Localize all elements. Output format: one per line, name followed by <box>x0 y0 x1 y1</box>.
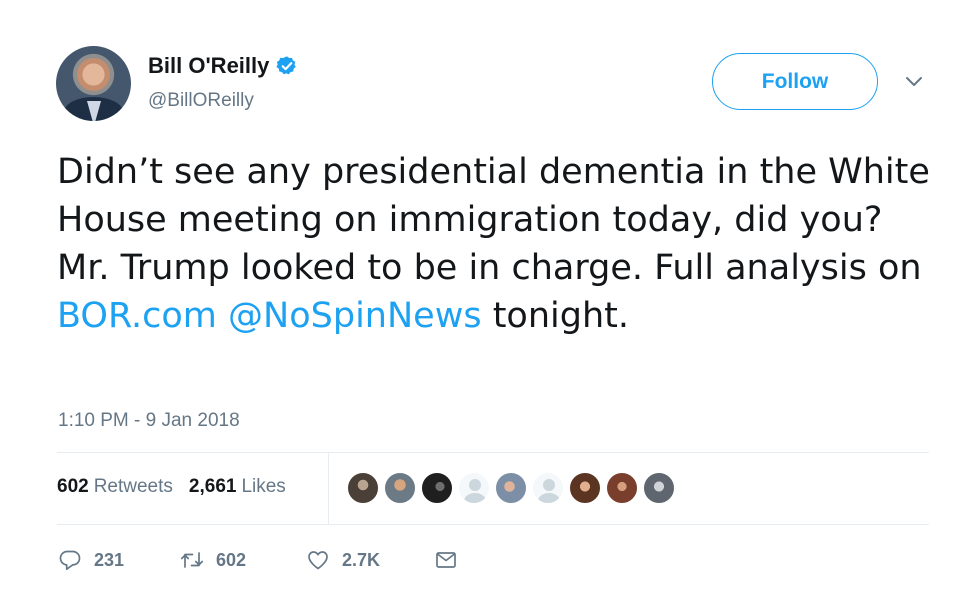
likes-count: 2,661 <box>188 476 237 497</box>
author-handle[interactable]: @BillOReilly <box>148 90 254 112</box>
author-display-name[interactable]: Bill O'Reilly <box>148 53 269 79</box>
likes-label: Likes <box>241 476 286 497</box>
like-action[interactable]: 2.7K <box>306 548 434 572</box>
liker-avatar[interactable] <box>642 471 676 505</box>
reply-action[interactable]: 231 <box>58 548 180 572</box>
retweets-count: 602 <box>57 476 89 497</box>
liker-avatar-default[interactable] <box>531 471 565 505</box>
liker-avatar[interactable] <box>346 471 380 505</box>
divider-bottom <box>57 524 929 525</box>
verified-badge-icon <box>276 56 297 75</box>
retweets-stat[interactable]: 602 Retweets <box>57 476 173 498</box>
message-icon <box>436 552 456 568</box>
tweet-mention-nospinnews[interactable]: @NoSpinNews <box>228 296 482 336</box>
retweet-action[interactable]: 602 <box>180 548 306 572</box>
heart-icon <box>308 551 328 570</box>
liker-avatar[interactable] <box>383 471 417 505</box>
divider-top <box>57 452 929 453</box>
liker-avatar[interactable] <box>605 471 639 505</box>
liker-avatar-default[interactable] <box>457 471 491 505</box>
liker-avatar[interactable] <box>420 471 454 505</box>
liker-avatar[interactable] <box>494 471 528 505</box>
tweet-actions: 231 602 2.7K <box>58 548 458 572</box>
retweet-count: 602 <box>216 549 247 570</box>
liker-avatar[interactable] <box>568 471 602 505</box>
tweet-link-bor[interactable]: BOR.com <box>57 296 217 336</box>
retweets-label: Retweets <box>93 476 173 497</box>
reply-icon <box>59 550 81 571</box>
direct-message-action[interactable] <box>434 548 458 572</box>
reply-count: 231 <box>94 549 125 570</box>
tweet-text-end: tonight. <box>481 296 629 336</box>
author-name-row[interactable]: Bill O'Reilly <box>148 53 298 79</box>
tweet-stats: 602 Retweets 2,661 Likes <box>57 476 286 498</box>
follow-button[interactable]: Follow <box>712 53 878 110</box>
likes-stat[interactable]: 2,661 Likes <box>189 476 286 498</box>
tweet-text: Didn’t see any presidential dementia in … <box>57 148 937 340</box>
author-avatar[interactable] <box>56 46 131 121</box>
retweet-icon <box>180 552 204 568</box>
tweet-text-body: Didn’t see any presidential dementia in … <box>57 152 930 288</box>
tweet-timestamp[interactable]: 1:10 PM - 9 Jan 2018 <box>58 410 240 432</box>
stats-separator <box>328 452 329 524</box>
liker-avatars <box>346 471 676 505</box>
chevron-down-icon[interactable] <box>904 74 924 90</box>
like-count: 2.7K <box>342 549 381 570</box>
